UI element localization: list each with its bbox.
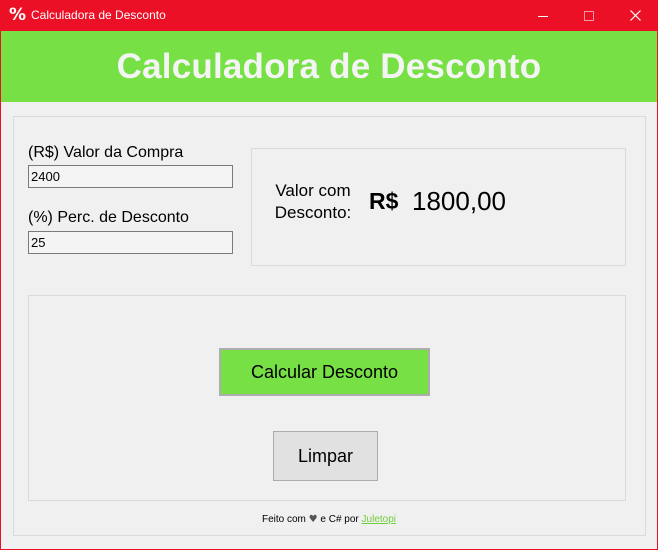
footer-prefix: Feito com bbox=[261, 514, 306, 525]
maximize-button[interactable] bbox=[566, 0, 612, 31]
result-currency: R$ bbox=[369, 188, 399, 214]
footer-credit: Feito com ♥ e C# por Juletopi bbox=[1, 513, 657, 526]
calculate-button[interactable]: Calcular Desconto bbox=[219, 348, 430, 396]
client-area: Calculadora de Desconto (R$) Valor da Co… bbox=[1, 31, 657, 549]
maximize-icon bbox=[584, 10, 594, 21]
close-button[interactable] bbox=[612, 0, 658, 31]
purchase-value-input[interactable]: 2400 bbox=[28, 165, 233, 188]
minimize-button[interactable] bbox=[520, 0, 566, 31]
clear-button[interactable]: Limpar bbox=[273, 431, 378, 481]
header-banner: Calculadora de Desconto bbox=[1, 31, 657, 102]
discount-percent-label: (%) Perc. de Desconto bbox=[28, 209, 189, 226]
result-label-line2: Desconto: bbox=[274, 203, 352, 222]
result-label: Valor com Desconto: bbox=[268, 180, 358, 224]
page-title: Calculadora de Desconto bbox=[116, 46, 542, 86]
purchase-value-label: (R$) Valor da Compra bbox=[28, 144, 184, 161]
result-panel: Valor com Desconto: R$ 1800,00 bbox=[251, 148, 626, 266]
app-window: % Calculadora de Desconto Calculadora de… bbox=[0, 0, 658, 550]
result-amount: 1800,00 bbox=[412, 186, 506, 216]
author-link[interactable]: Juletopi bbox=[362, 514, 396, 525]
window-title: Calculadora de Desconto bbox=[31, 8, 166, 22]
title-bar[interactable]: % Calculadora de Desconto bbox=[0, 0, 658, 31]
footer-middle: e C# por bbox=[320, 514, 359, 525]
discount-percent-input[interactable]: 25 bbox=[28, 231, 233, 254]
result-label-line1: Valor com bbox=[275, 181, 351, 200]
minimize-icon bbox=[538, 15, 548, 17]
percent-icon: % bbox=[9, 5, 27, 25]
heart-icon: ♥ bbox=[308, 514, 318, 525]
close-icon bbox=[629, 10, 641, 21]
